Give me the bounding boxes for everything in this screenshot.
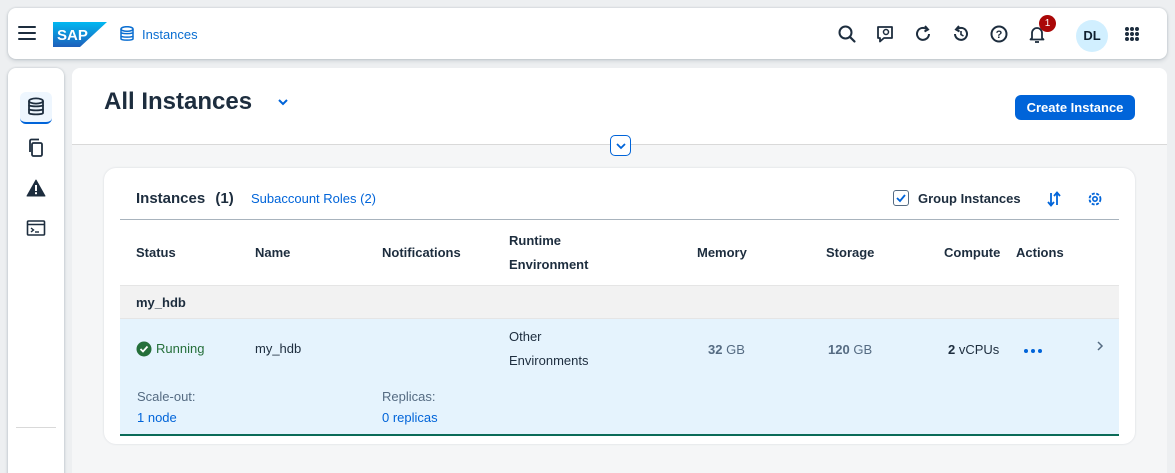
notification-badge: 1	[1039, 15, 1056, 32]
card-title-text: Instances	[136, 190, 206, 207]
column-header-notifications: Notifications	[382, 245, 461, 260]
status-text: Running	[156, 341, 205, 356]
compute-value: 2 vCPUs	[948, 342, 999, 357]
column-header-compute: Compute	[944, 245, 1001, 260]
page-title: All Instances	[104, 88, 253, 115]
page-header: All Instances Create Instance	[72, 68, 1167, 145]
app-title[interactable]: Instances	[142, 27, 198, 42]
card-title-count: (1)	[215, 190, 234, 207]
storage-unit: GB	[853, 342, 873, 357]
column-header-runtime-line2: Environment	[509, 257, 589, 272]
nav-item-alerts[interactable]	[20, 172, 52, 204]
logo-text: SAP	[57, 27, 88, 44]
column-header-runtime-line1: Runtime	[509, 233, 561, 248]
side-navigation	[8, 68, 64, 473]
avatar[interactable]: DL	[1076, 20, 1108, 52]
chevron-down-icon[interactable]	[277, 95, 289, 113]
group-instances-checkbox[interactable]	[893, 190, 909, 206]
column-header-actions: Actions	[1016, 245, 1064, 260]
sap-logo[interactable]: SAP	[53, 22, 107, 47]
svg-text:?: ?	[996, 29, 1003, 41]
nav-item-console[interactable]	[20, 212, 52, 244]
shell-bar: SAP Instances ? 1 DL	[8, 8, 1167, 59]
collapse-header-button[interactable]	[610, 135, 631, 156]
memory-value: 32 GB	[708, 342, 745, 357]
scaleout-label: Scale-out:	[137, 389, 196, 404]
group-instances-label[interactable]: Group Instances	[918, 191, 1021, 206]
copy-icon	[29, 138, 43, 157]
refresh-icon[interactable]	[912, 23, 934, 45]
menu-icon[interactable]	[18, 26, 36, 42]
chevron-right-icon[interactable]	[1095, 339, 1105, 357]
table-row[interactable]: Running my_hdb Other Environments 32 GB …	[120, 319, 1119, 436]
runtime-line1: Other	[509, 329, 542, 344]
column-header-status: Status	[136, 245, 176, 260]
scaleout-link[interactable]: 1 node	[137, 410, 177, 425]
runtime-line2: Environments	[509, 353, 589, 368]
check-icon	[896, 194, 906, 203]
storage-value: 120 GB	[828, 342, 872, 357]
chevron-down-icon	[615, 142, 626, 149]
help-icon[interactable]: ?	[988, 23, 1010, 45]
header-divider	[120, 219, 1119, 220]
storage-amount: 120	[828, 342, 850, 357]
database-icon	[28, 97, 44, 116]
replicas-link[interactable]: 0 replicas	[382, 410, 438, 425]
success-icon	[136, 341, 152, 362]
nav-item-instances[interactable]	[20, 92, 52, 124]
nav-item-copy[interactable]	[20, 132, 52, 164]
grid-icon[interactable]	[1121, 23, 1143, 45]
page: All Instances Create Instance Instances …	[72, 68, 1167, 473]
search-icon[interactable]	[836, 23, 858, 45]
instances-card: Instances (1) Subaccount Roles (2) Group…	[104, 168, 1135, 444]
column-header-storage: Storage	[826, 245, 875, 260]
instance-name: my_hdb	[255, 341, 302, 356]
group-label: my_hdb	[136, 295, 186, 310]
nav-separator	[16, 427, 56, 428]
more-actions-button[interactable]	[1023, 342, 1043, 360]
compute-amount: 2	[948, 342, 956, 357]
gear-icon[interactable]	[1086, 190, 1104, 213]
column-header-name: Name	[255, 245, 291, 260]
console-icon	[26, 220, 46, 236]
subaccount-roles-link[interactable]: Subaccount Roles (2)	[251, 191, 376, 206]
create-instance-button[interactable]: Create Instance	[1015, 95, 1135, 120]
column-header-memory: Memory	[697, 245, 747, 260]
sort-icon[interactable]	[1046, 190, 1062, 213]
history-icon[interactable]	[950, 23, 972, 45]
group-row: my_hdb	[120, 285, 1119, 319]
database-icon	[120, 25, 134, 47]
memory-unit: GB	[726, 342, 745, 357]
card-title: Instances (1)	[136, 190, 234, 207]
memory-amount: 32	[708, 342, 723, 357]
alert-icon	[26, 179, 46, 197]
replicas-label: Replicas:	[382, 389, 436, 404]
compute-unit: vCPUs	[958, 342, 1000, 357]
overflow-icon	[1024, 349, 1042, 353]
feedback-icon[interactable]	[874, 23, 896, 45]
